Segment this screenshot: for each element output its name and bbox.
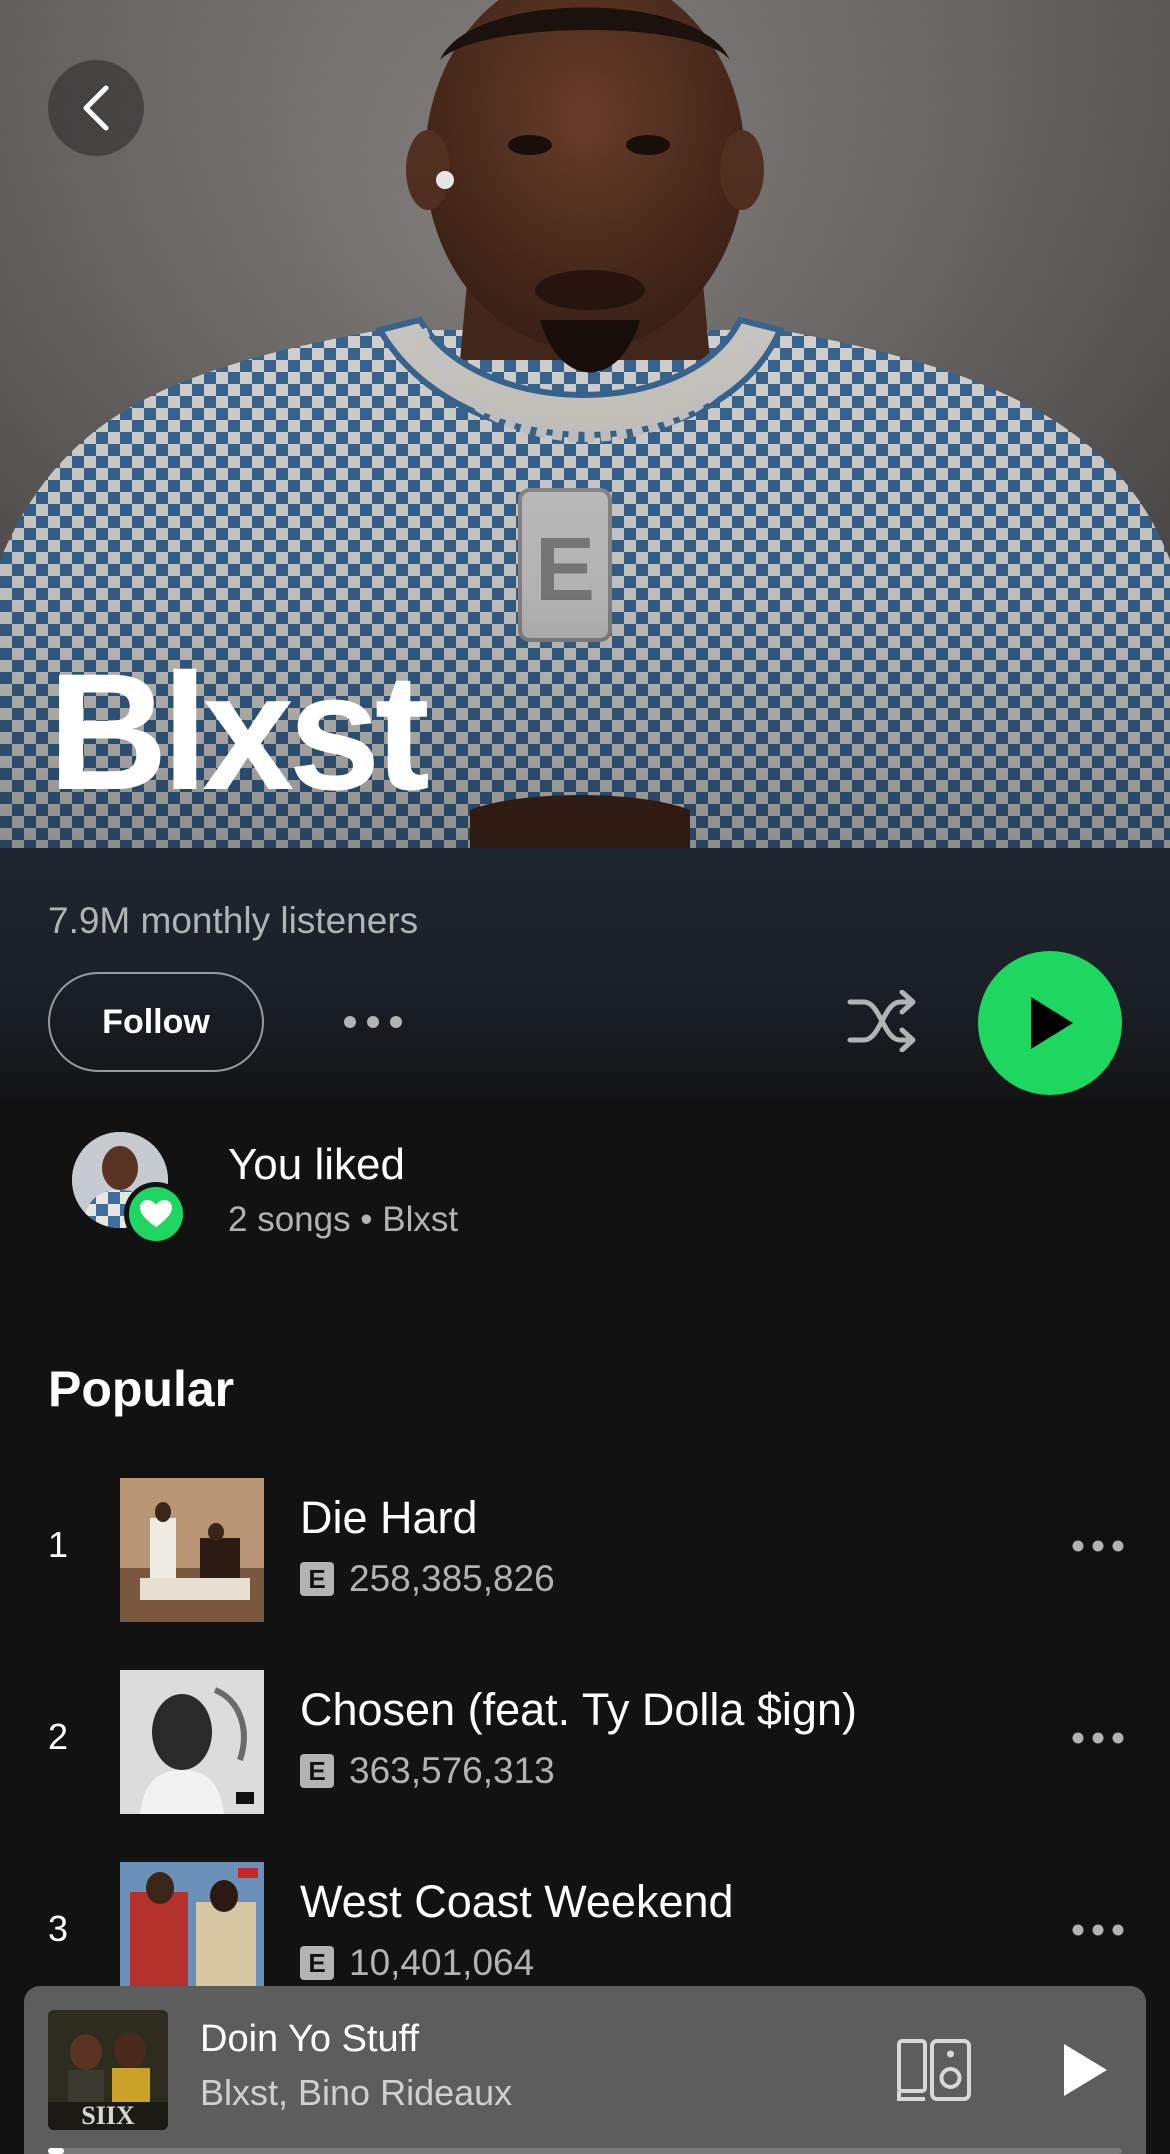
play-icon [1031,997,1073,1049]
track-rank: 3 [48,1908,69,1949]
devices-icon [897,2039,971,2101]
track-rank: 1 [48,1524,69,1565]
chevron-left-icon [83,85,109,131]
now-playing-title: Doin Yo Stuff [200,2018,420,2060]
artist-page: E Blxst 7.9M monthly listeners Follow [0,0,1170,2154]
artwork-logo: SIIX [81,2101,135,2130]
play-button[interactable] [978,951,1122,1095]
track-rank: 2 [48,1716,69,1757]
connect-device-button[interactable] [892,2030,976,2110]
track-meta: E 10,401,064 [300,1942,534,1984]
mini-play-button[interactable] [1050,2032,1120,2108]
now-playing-artwork: SIIX [48,2010,168,2130]
explicit-badge: E [300,1562,334,1596]
monthly-listeners: 7.9M monthly listeners [48,900,419,941]
track-plays: 10,401,064 [349,1942,535,1983]
track-meta: E 258,385,826 [300,1558,555,1600]
heart-icon [140,1200,172,1227]
popular-heading: Popular [48,1361,235,1417]
track-meta: E 363,576,313 [300,1750,555,1792]
playback-progress[interactable] [48,2148,1122,2154]
track-artwork [120,1862,264,2006]
liked-heart-badge [124,1182,188,1246]
more-horizontal-icon [1072,1732,1124,1744]
liked-title: You liked [228,1140,405,1189]
more-horizontal-icon [1072,1540,1124,1552]
explicit-badge: E [300,1946,334,1980]
more-horizontal-icon [1072,1924,1124,1936]
more-options-button[interactable] [338,1000,408,1044]
track-more-button[interactable] [1068,1908,1128,1952]
shuffle-button[interactable] [842,986,922,1056]
track-title: West Coast Weekend [300,1876,734,1927]
track-more-button[interactable] [1068,1524,1128,1568]
artist-name: Blxst [48,640,430,825]
play-icon [1064,2044,1107,2096]
track-row[interactable]: 1 Die Hard E 258,385,826 [0,1474,1170,1624]
shuffle-icon [847,990,916,1052]
track-artwork [120,1670,264,1814]
explicit-badge: E [300,1754,334,1788]
track-title: Chosen (feat. Ty Dolla $ign) [300,1684,857,1735]
playback-progress-fill [48,2148,65,2154]
track-more-button[interactable] [1068,1716,1128,1760]
artist-hero: E Blxst [0,0,1170,848]
track-row[interactable]: 2 Chosen (feat. Ty Dolla $ign) E 363,576… [0,1666,1170,1816]
more-horizontal-icon [344,1016,402,1028]
track-plays: 363,576,313 [349,1750,555,1791]
now-playing-artists: Blxst, Bino Rideaux [200,2072,513,2113]
track-plays: 258,385,826 [349,1558,555,1599]
track-title: Die Hard [300,1492,478,1543]
liked-subtitle: 2 songs • Blxst [228,1200,459,1239]
track-artwork [120,1478,264,1622]
back-button[interactable] [48,60,144,156]
mini-player[interactable]: SIIX Doin Yo Stuff Blxst, Bino Rideaux [24,1986,1146,2154]
follow-button[interactable]: Follow [48,972,264,1072]
liked-songs-row[interactable]: You liked 2 songs • Blxst [0,1120,1170,1250]
